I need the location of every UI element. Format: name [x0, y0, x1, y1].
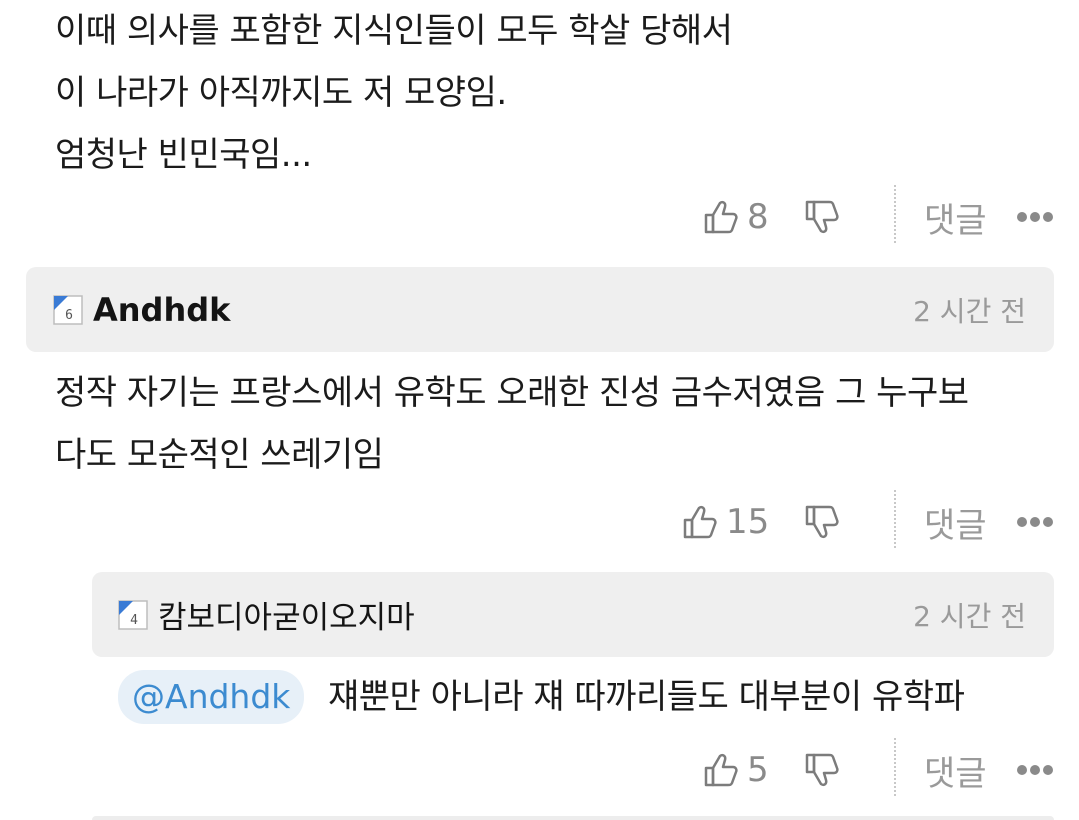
timestamp: 2 시간 전 [913, 599, 1026, 633]
reply-label: 댓글 [924, 200, 987, 241]
dislike-button[interactable] [804, 740, 840, 800]
like-button[interactable]: 5 [703, 740, 769, 800]
comment-text-line: 이때 의사를 포함한 지식인들이 모두 학살 당해서 [55, 11, 733, 51]
comment-actions: 15 댓글 [0, 490, 1079, 552]
thumbs-up-icon [704, 200, 738, 234]
like-button[interactable]: 15 [682, 492, 769, 552]
author-name[interactable]: 캄보디아굳이오지마 [158, 592, 415, 637]
reply-text: 쟤뿐만 아니라 쟤 따까리들도 대부분이 유학파 [328, 677, 965, 717]
like-button[interactable]: 8 [703, 187, 769, 247]
more-dots-icon [1017, 517, 1053, 527]
action-divider [894, 738, 896, 796]
thumbs-down-icon [805, 505, 839, 539]
reply-label: 댓글 [924, 753, 987, 794]
comment-actions: 8 댓글 [0, 185, 1079, 247]
dislike-button[interactable] [804, 187, 840, 247]
more-button[interactable] [1016, 187, 1054, 247]
svg-text:6: 6 [65, 308, 73, 323]
action-divider [894, 185, 896, 243]
reply-button[interactable]: 댓글 [924, 492, 987, 552]
mention-chip[interactable]: @Andhdk [118, 670, 305, 724]
reply-button[interactable]: 댓글 [924, 187, 987, 247]
comment-text-line: 정작 자기는 프랑스에서 유학도 오래한 진성 금수저였음 그 누구보 [55, 373, 969, 413]
thumbs-up-icon [704, 753, 738, 787]
author-name[interactable]: Andhdk [93, 291, 230, 329]
thumbs-down-icon [805, 200, 839, 234]
next-reply-header-edge [92, 816, 1054, 820]
more-dots-icon [1017, 765, 1053, 775]
more-button[interactable] [1016, 492, 1054, 552]
reply-button[interactable]: 댓글 [924, 740, 987, 800]
thumbs-down-icon [805, 753, 839, 787]
level-badge-icon: 4 [118, 599, 148, 630]
more-dots-icon [1017, 212, 1053, 222]
comment-body: 정작 자기는 프랑스에서 유학도 오래한 진성 금수저였음 그 누구보 다도 모… [55, 362, 969, 486]
comment-thread: 이때 의사를 포함한 지식인들이 모두 학살 당해서 이 나라가 아직까지도 저… [0, 0, 1079, 820]
reply-header: 4 캄보디아굳이오지마 2 시간 전 [92, 572, 1054, 657]
like-count: 15 [726, 502, 770, 542]
like-count: 8 [747, 197, 769, 237]
timestamp: 2 시간 전 [913, 294, 1026, 328]
comment-text-line: 다도 모순적인 쓰레기임 [55, 435, 384, 475]
comment-text-line: 엄청난 빈민국임... [55, 135, 312, 175]
dislike-button[interactable] [804, 492, 840, 552]
level-badge-icon: 6 [53, 294, 83, 325]
reply-label: 댓글 [924, 505, 987, 546]
svg-text:4: 4 [130, 613, 138, 628]
action-divider [894, 490, 896, 548]
thumbs-up-icon [683, 505, 717, 539]
comment-body: 이때 의사를 포함한 지식인들이 모두 학살 당해서 이 나라가 아직까지도 저… [55, 0, 733, 186]
comment-text-line: 이 나라가 아직까지도 저 모양임. [55, 73, 507, 113]
more-button[interactable] [1016, 740, 1054, 800]
like-count: 5 [747, 750, 769, 790]
comment-actions: 5 댓글 [0, 738, 1079, 800]
comment-header: 6 Andhdk 2 시간 전 [26, 267, 1054, 352]
